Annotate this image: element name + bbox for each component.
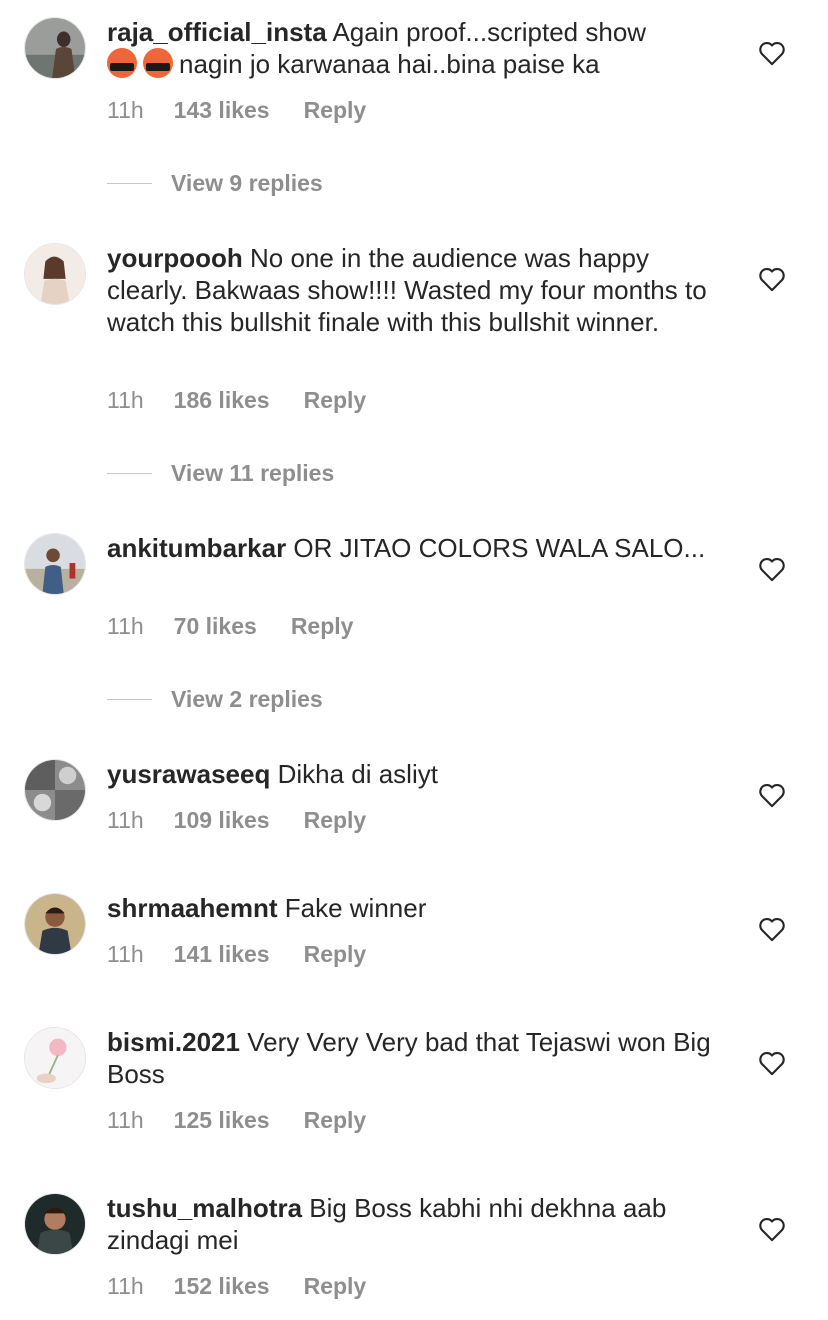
comment-username[interactable]: raja_official_insta [107, 17, 327, 47]
view-replies-button[interactable]: View 9 replies [107, 168, 323, 198]
reply-button[interactable]: Reply [304, 97, 367, 124]
reply-button[interactable]: Reply [304, 387, 367, 414]
comment-likes[interactable]: 125 likes [174, 1107, 270, 1134]
reply-button[interactable]: Reply [304, 1107, 367, 1134]
comment-meta: 11h 125 likes Reply [107, 1107, 366, 1134]
avatar[interactable] [24, 1193, 86, 1255]
angry-swearing-emoji-icon [107, 48, 137, 78]
comment-likes[interactable]: 70 likes [174, 613, 257, 640]
divider [107, 182, 152, 184]
heart-outline-icon[interactable] [758, 266, 786, 292]
comment-time: 11h [107, 387, 144, 413]
heart-outline-icon[interactable] [758, 916, 786, 942]
comment-meta: 11h 143 likes Reply [107, 97, 366, 124]
avatar[interactable] [24, 243, 86, 305]
comment-username[interactable]: tushu_malhotra [107, 1193, 302, 1223]
comment-body: Dikha di asliyt [277, 759, 438, 789]
view-replies-button[interactable]: View 2 replies [107, 684, 323, 714]
comment-time: 11h [107, 941, 144, 967]
view-replies-label: View 9 replies [171, 169, 323, 196]
comment-meta: 11h 141 likes Reply [107, 941, 366, 968]
avatar[interactable] [24, 17, 86, 79]
comment-username[interactable]: yourpoooh [107, 243, 243, 273]
heart-outline-icon[interactable] [758, 1050, 786, 1076]
comment-text: yourpoooh No one in the audience was hap… [107, 242, 717, 338]
reply-button[interactable]: Reply [304, 807, 367, 834]
avatar[interactable] [24, 759, 86, 821]
comment-time: 11h [107, 1107, 144, 1133]
comment-text: raja_official_insta Again proof...script… [107, 16, 717, 80]
comment-meta: 11h 186 likes Reply [107, 387, 366, 414]
comment-likes[interactable]: 141 likes [174, 941, 270, 968]
comment-time: 11h [107, 613, 144, 639]
reply-button[interactable]: Reply [304, 1273, 367, 1300]
comment-username[interactable]: bismi.2021 [107, 1027, 240, 1057]
comment-meta: 11h 109 likes Reply [107, 807, 366, 834]
divider [107, 472, 152, 474]
heart-outline-icon[interactable] [758, 1216, 786, 1242]
comment-body: Fake winner [284, 893, 427, 923]
heart-outline-icon[interactable] [758, 556, 786, 582]
comment-text: bismi.2021 Very Very Very bad that Tejas… [107, 1026, 717, 1090]
avatar[interactable] [24, 533, 86, 595]
comment-body: OR JITAO COLORS WALA SALO... [293, 533, 706, 563]
avatar[interactable] [24, 893, 86, 955]
comment-likes[interactable]: 152 likes [174, 1273, 270, 1300]
divider [107, 698, 152, 700]
comment-time: 11h [107, 807, 144, 833]
comment-username[interactable]: shrmaahemnt [107, 893, 278, 923]
reply-button[interactable]: Reply [304, 941, 367, 968]
comment-meta: 11h 152 likes Reply [107, 1273, 366, 1300]
view-replies-label: View 2 replies [171, 685, 323, 712]
comments-list: raja_official_insta Again proof...script… [0, 0, 828, 1320]
comment-text: shrmaahemnt Fake winner [107, 892, 717, 924]
comment-username[interactable]: ankitumbarkar [107, 533, 286, 563]
view-replies-label: View 11 replies [171, 459, 335, 486]
comment-likes[interactable]: 186 likes [174, 387, 270, 414]
comment-username[interactable]: yusrawaseeq [107, 759, 270, 789]
comment-text: ankitumbarkar OR JITAO COLORS WALA SALO.… [107, 532, 717, 564]
comment-likes[interactable]: 143 likes [174, 97, 270, 124]
comment-text: yusrawaseeq Dikha di asliyt [107, 758, 717, 790]
comment-body: Again proof...scripted show [332, 17, 647, 47]
avatar[interactable] [24, 1027, 86, 1089]
comment-likes[interactable]: 109 likes [174, 807, 270, 834]
comment-time: 11h [107, 97, 144, 123]
comment-time: 11h [107, 1273, 144, 1299]
heart-outline-icon[interactable] [758, 40, 786, 66]
angry-swearing-emoji-icon [143, 48, 173, 78]
comment-meta: 11h 70 likes Reply [107, 613, 353, 640]
comment-body: nagin jo karwanaa hai..bina paise ka [179, 49, 600, 79]
heart-outline-icon[interactable] [758, 782, 786, 808]
reply-button[interactable]: Reply [291, 613, 354, 640]
view-replies-button[interactable]: View 11 replies [107, 458, 334, 488]
comment-text: tushu_malhotra Big Boss kabhi nhi dekhna… [107, 1192, 717, 1256]
